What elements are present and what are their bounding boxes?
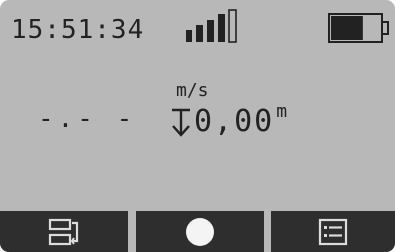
list-menu-icon <box>318 218 348 245</box>
speed-value: -.- - <box>38 104 137 134</box>
switch-view-button[interactable] <box>0 211 128 252</box>
readings-panel: m/s -.- - 0,00 m <box>0 60 395 210</box>
signal-bar-4 <box>218 14 225 42</box>
signal-bar-3 <box>207 20 214 42</box>
depth-unit: m <box>276 101 288 122</box>
depth-reading: 0,00 m <box>170 102 287 142</box>
signal-bar-1 <box>186 30 192 42</box>
battery-fill <box>331 16 363 40</box>
record-button[interactable] <box>135 211 264 252</box>
depth-value: 0,00 <box>194 104 275 139</box>
speed-unit-label: m/s <box>176 80 209 101</box>
battery-tip <box>381 21 389 35</box>
clock: 15:51:34 <box>11 15 145 45</box>
signal-strength-icon <box>186 9 237 43</box>
battery-icon <box>328 13 389 43</box>
status-bar: 15:51:34 <box>0 0 395 60</box>
record-circle-icon <box>185 217 214 246</box>
bottom-toolbar <box>0 211 395 252</box>
device-screen: 15:51:34 m/s -.- - 0,00 m <box>0 0 395 252</box>
signal-bar-5 <box>228 9 237 43</box>
switch-view-icon <box>48 218 79 245</box>
signal-bar-2 <box>196 25 203 42</box>
menu-button[interactable] <box>271 211 395 252</box>
arrow-down-to-line-icon <box>172 108 190 137</box>
